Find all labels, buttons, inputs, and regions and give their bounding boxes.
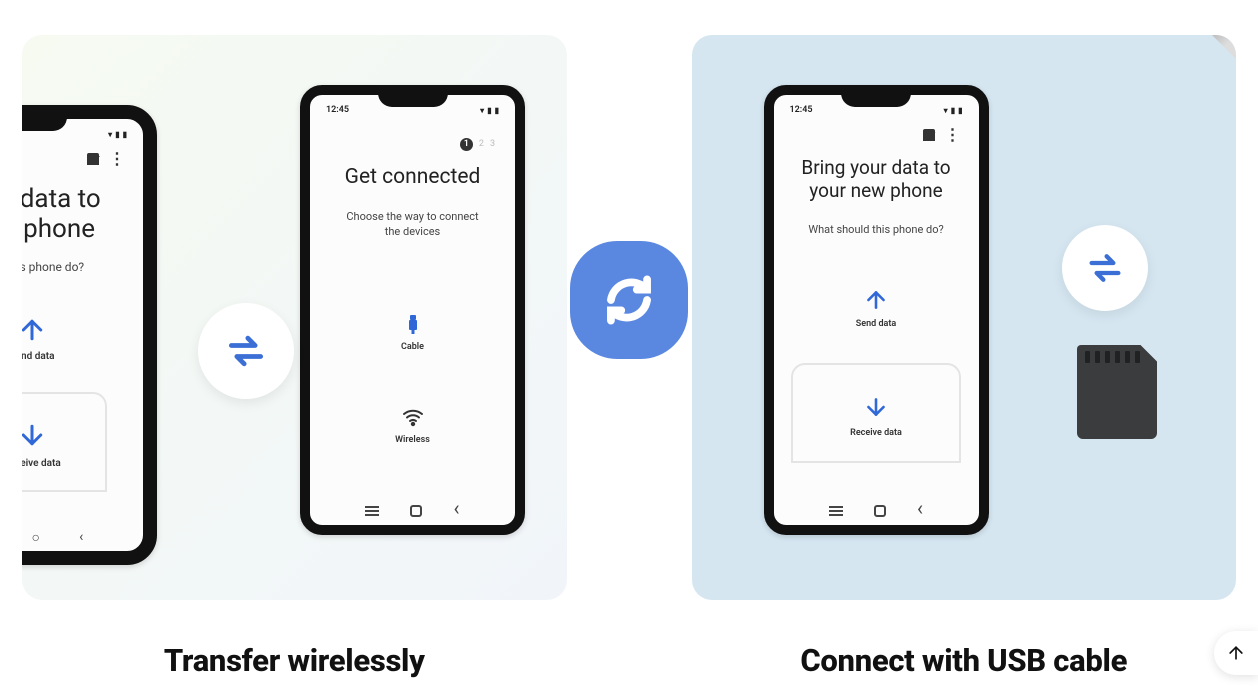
phone-notch [841, 93, 911, 107]
title-line2: your new phone [784, 180, 969, 203]
send-data-option[interactable]: Send data [22, 315, 133, 362]
nav-bar [320, 497, 505, 525]
screen-subtitle: ould this phone do? [22, 259, 133, 275]
receive-data-option[interactable]: Receive data [791, 363, 961, 463]
subtitle-line1: Choose the way to connect [320, 210, 505, 225]
battery-icon: ▮ [123, 130, 127, 139]
status-time: 12:45 [790, 105, 813, 115]
nav-back-icon[interactable] [453, 503, 459, 519]
receive-data-label: Receive data [850, 428, 902, 438]
sd-card-icon [1077, 345, 1157, 439]
screen-title: your data to new phone [22, 185, 133, 245]
arrow-up-icon [863, 287, 889, 313]
title-line1: your data to [22, 185, 133, 215]
send-data-label: Send data [22, 351, 54, 362]
cable-label: Cable [401, 342, 424, 352]
wireless-label: Wireless [395, 435, 430, 445]
scroll-to-top-button[interactable] [1214, 631, 1258, 675]
swap-badge [1062, 225, 1148, 311]
battery-icon: ▮ [495, 106, 499, 115]
nav-recents-icon[interactable] [365, 506, 379, 516]
nav-home-icon[interactable]: ○ [31, 529, 39, 546]
arrow-down-icon [863, 394, 889, 420]
screen-title: Bring your data to your new phone [784, 157, 969, 203]
screen-title: Get connected [320, 165, 505, 190]
step-3: 3 [490, 139, 495, 149]
nav-back-icon[interactable] [917, 503, 923, 519]
arrow-up-icon [22, 315, 47, 345]
sd-card-small-icon[interactable] [87, 153, 99, 165]
subtitle-line2: the devices [320, 225, 505, 240]
send-data-label: Send data [856, 319, 896, 329]
nav-back-icon[interactable]: ‹ [79, 529, 83, 545]
arrow-down-icon [22, 420, 47, 450]
screen-subtitle: What should this phone do? [784, 223, 969, 238]
smart-switch-icon [598, 269, 660, 331]
wifi-icon [401, 405, 425, 429]
status-icons: ▾ ▮ ▮ [944, 106, 963, 115]
card-connect-usb: 12:45 ▾ ▮ ▮ ⋮ Bring your data to your ne… [692, 35, 1237, 600]
wireless-option[interactable]: Wireless [395, 405, 430, 445]
phone-notch [378, 93, 448, 107]
screen-subtitle: Choose the way to connect the devices [320, 210, 505, 240]
arrow-up-icon [1226, 643, 1246, 663]
signal-icon: ▮ [951, 106, 955, 115]
smart-switch-app-icon [570, 241, 688, 359]
receive-data-label: Receive data [22, 458, 61, 469]
send-data-option[interactable]: Send data [784, 287, 969, 329]
more-menu-icon[interactable]: ⋮ [945, 131, 961, 139]
title-line1: Bring your data to [784, 157, 969, 180]
nav-home-icon[interactable] [410, 505, 422, 517]
nav-bar: ◻ ○ ‹ [22, 523, 133, 551]
swap-badge [198, 303, 294, 399]
status-icons: ▾ ▮ ▮ [108, 130, 127, 139]
wifi-indicator-icon: ▾ [108, 130, 112, 139]
cards-row: ▾ ▮ ▮ ⋮ your data to new phone ould this… [0, 0, 1258, 600]
caption-right: Connect with USB cable [692, 642, 1237, 679]
title-line2: new phone [22, 215, 133, 245]
corner-fold-decoration [1212, 35, 1236, 59]
phone-new-device: 12:45 ▾ ▮ ▮ 1 2 3 Get connected Choose t… [300, 85, 525, 535]
caption-left: Transfer wirelessly [22, 642, 567, 679]
signal-icon: ▮ [487, 106, 491, 115]
wifi-indicator-icon: ▾ [944, 106, 948, 115]
captions-row: Transfer wirelessly Connect with USB cab… [0, 642, 1258, 679]
usb-cable-icon [401, 312, 425, 336]
swap-arrows-icon [224, 329, 268, 373]
step-1: 1 [460, 138, 473, 151]
receive-data-option[interactable]: Receive data [22, 392, 107, 492]
swap-arrows-icon [1085, 248, 1125, 288]
status-icons: ▾ ▮ ▮ [480, 106, 499, 115]
step-2: 2 [479, 139, 484, 149]
sd-card-small-icon[interactable] [923, 129, 935, 141]
step-indicator: 1 2 3 [320, 135, 505, 153]
phone-old-device: ▾ ▮ ▮ ⋮ your data to new phone ould this… [22, 105, 157, 565]
more-menu-icon[interactable]: ⋮ [109, 155, 125, 163]
signal-icon: ▮ [115, 130, 119, 139]
phone-bring-data: 12:45 ▾ ▮ ▮ ⋮ Bring your data to your ne… [764, 85, 989, 535]
nav-home-icon[interactable] [874, 505, 886, 517]
status-time: 12:45 [326, 105, 349, 115]
battery-icon: ▮ [958, 106, 962, 115]
phone-notch [22, 117, 67, 131]
nav-recents-icon[interactable] [829, 506, 843, 516]
cable-option[interactable]: Cable [401, 312, 425, 352]
wifi-indicator-icon: ▾ [480, 106, 484, 115]
card-transfer-wirelessly: ▾ ▮ ▮ ⋮ your data to new phone ould this… [22, 35, 567, 600]
nav-bar [784, 497, 969, 525]
